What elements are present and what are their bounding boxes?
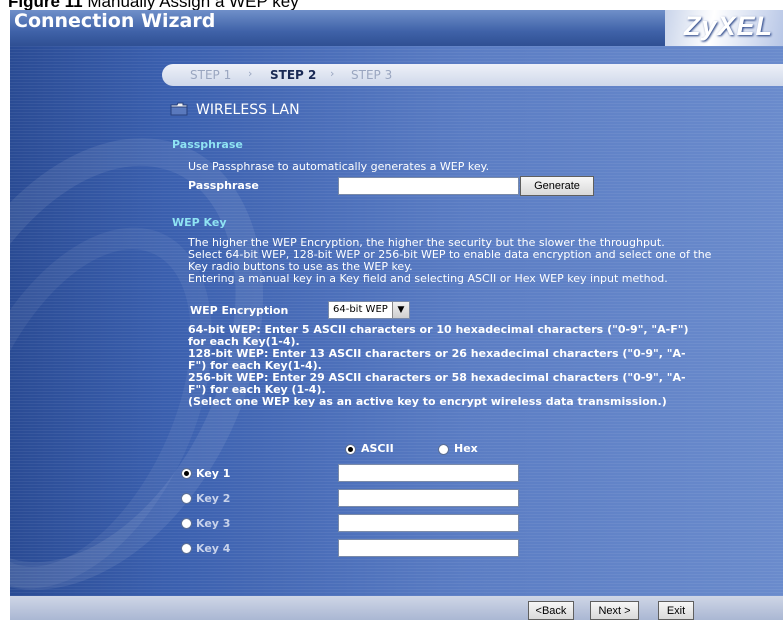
ascii-radio[interactable] bbox=[345, 444, 356, 455]
passphrase-label: Passphrase bbox=[188, 179, 259, 192]
key-4-label: Key 4 bbox=[196, 542, 231, 555]
ascii-label: ASCII bbox=[361, 442, 394, 455]
step-3: STEP 3 bbox=[351, 68, 393, 82]
step-2: STEP 2 bbox=[270, 68, 317, 82]
wep-encryption-label: WEP Encryption bbox=[190, 304, 289, 317]
key-2-input[interactable] bbox=[338, 489, 519, 507]
wep-note-7: (Select one WEP key as an active key to … bbox=[188, 395, 667, 408]
passphrase-heading: Passphrase bbox=[172, 138, 243, 151]
passphrase-input[interactable] bbox=[338, 177, 519, 195]
exit-button[interactable]: Exit bbox=[658, 601, 694, 620]
wep-desc-line-4: Entering a manual key in a Key field and… bbox=[188, 272, 668, 285]
zyxel-logo: ZyXEL bbox=[683, 11, 773, 41]
step-separator-1: › bbox=[248, 67, 253, 80]
key-2-label: Key 2 bbox=[196, 492, 231, 505]
next-button[interactable]: Next > bbox=[590, 601, 639, 620]
app-title: Connection Wizard bbox=[14, 10, 216, 32]
key-1-radio[interactable] bbox=[181, 468, 192, 479]
key-3-input[interactable] bbox=[338, 514, 519, 532]
back-button[interactable]: <Back bbox=[528, 601, 574, 620]
hex-radio[interactable] bbox=[438, 444, 449, 455]
hex-label: Hex bbox=[454, 442, 478, 455]
wep-encryption-select[interactable]: 64-bit WEP ▼ bbox=[328, 301, 410, 319]
key-1-input[interactable] bbox=[338, 464, 519, 482]
wep-encryption-value: 64-bit WEP bbox=[333, 304, 388, 315]
key-4-input[interactable] bbox=[338, 539, 519, 557]
key-4-radio[interactable] bbox=[181, 543, 192, 554]
key-3-label: Key 3 bbox=[196, 517, 231, 530]
key-1-label: Key 1 bbox=[196, 467, 231, 480]
step-separator-2: › bbox=[330, 67, 335, 80]
figure-caption: Figure 11 Manually Assign a WEP key bbox=[8, 0, 299, 11]
generate-button[interactable]: Generate bbox=[520, 176, 594, 196]
step-indicator: STEP 1 › STEP 2 › STEP 3 bbox=[162, 64, 783, 86]
key-3-radio[interactable] bbox=[181, 518, 192, 529]
wep-key-heading: WEP Key bbox=[172, 216, 227, 229]
title-bar: Connection Wizard ZyXEL bbox=[10, 10, 783, 46]
logo-area: ZyXEL bbox=[665, 10, 783, 46]
section-title: WIRELESS LAN bbox=[196, 102, 300, 118]
chevron-down-icon[interactable]: ▼ bbox=[392, 302, 409, 318]
passphrase-description: Use Passphrase to automatically generate… bbox=[188, 160, 490, 173]
step-1: STEP 1 bbox=[190, 68, 232, 82]
key-2-radio[interactable] bbox=[181, 493, 192, 504]
wizard-panel: STEP 1 › STEP 2 › STEP 3 WIRELESS LAN Pa… bbox=[10, 46, 783, 596]
wizard-footer: <Back Next > Exit bbox=[10, 596, 783, 620]
folder-icon bbox=[170, 102, 188, 116]
